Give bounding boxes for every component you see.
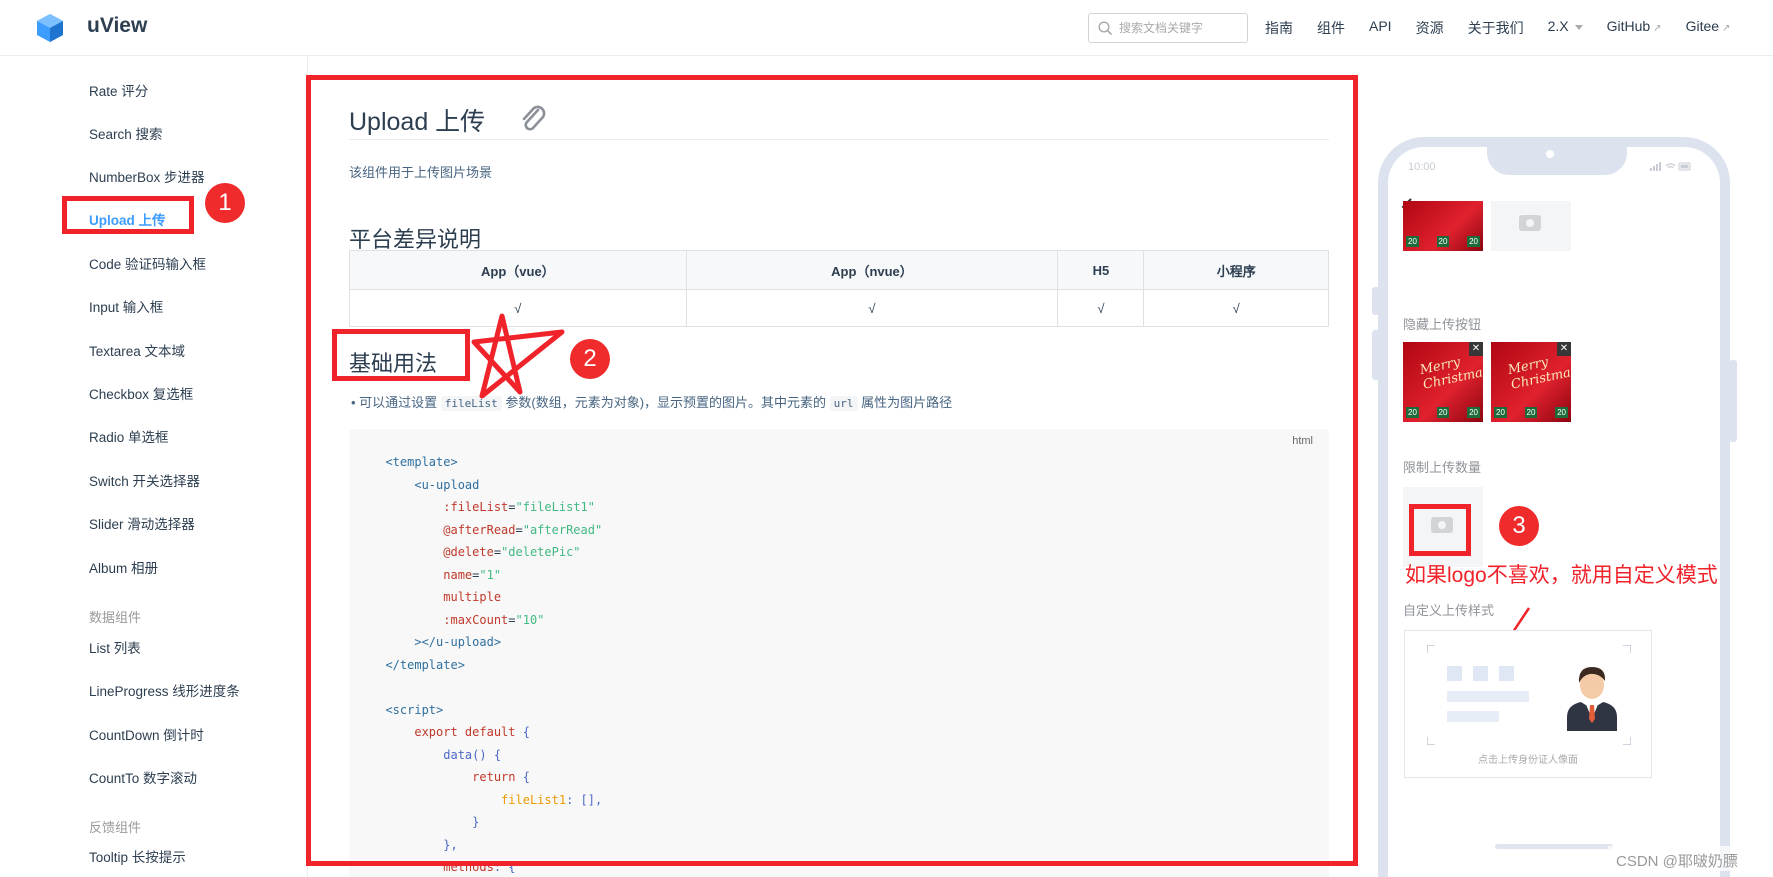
search-input[interactable] — [1119, 18, 1243, 38]
page-description: 该组件用于上传图片场景 — [349, 165, 493, 180]
phone-status-time: 10:00 — [1408, 161, 1436, 173]
annotation-badge-3: 3 — [1499, 506, 1539, 546]
annotation-badge-1: 1 — [205, 183, 245, 223]
top-navbar: uView 指南 组件 API 资源 关于我们 2.X GitHub↗ Gite… — [0, 0, 1773, 56]
sidebar-item-rate[interactable]: Rate 评分 — [89, 80, 148, 100]
sidebar-item-album[interactable]: Album 相册 — [89, 557, 158, 577]
avatar-portrait-icon — [1567, 667, 1617, 731]
nav-link-resources[interactable]: 资源 — [1416, 18, 1444, 38]
bullet-text-pre: 可以通过设置 — [359, 395, 441, 410]
search-icon — [1098, 21, 1113, 36]
title-divider — [349, 139, 1329, 140]
page-title: Upload 上传 — [349, 108, 486, 136]
code-content: <template> <u-upload :fileList="fileList… — [371, 455, 603, 874]
sidebar-item-list[interactable]: List 列表 — [89, 637, 141, 657]
nav-link-about[interactable]: 关于我们 — [1468, 18, 1524, 38]
uploaded-image-thumbnail[interactable]: 20 20 20 — [1403, 201, 1483, 251]
sidebar-item-switch[interactable]: Switch 开关选择器 — [89, 470, 200, 490]
version-label: 2.X — [1547, 18, 1569, 34]
table-cell: √ — [1057, 289, 1145, 327]
basic-usage-bullet: • 可以通过设置 fileList 参数(数组，元素为对象)，显示预置的图片。其… — [351, 395, 953, 411]
chevron-down-icon — [1574, 24, 1583, 30]
nav-link-gitee[interactable]: Gitee ↗ — [1686, 18, 1731, 38]
table-header: H5 — [1057, 250, 1145, 290]
brand-name[interactable]: uView — [87, 14, 147, 38]
uploaded-image-thumbnail[interactable]: Merry Christmas 20 20 20 ✕ — [1491, 342, 1571, 422]
sidebar-item-lineprogress[interactable]: LineProgress 线形进度条 — [89, 680, 240, 700]
sidebar-item-countdown[interactable]: CountDown 倒计时 — [89, 724, 204, 744]
annotation-note: 如果logo不喜欢，就用自定义模式 — [1405, 564, 1718, 587]
table-header: App（nvue） — [685, 250, 1059, 290]
csdn-watermark: CSDN @耶啵奶膘 — [1616, 853, 1738, 870]
paperclip-icon — [522, 105, 546, 131]
gitee-label: Gitee — [1685, 18, 1720, 34]
version-dropdown[interactable]: 2.X — [1548, 18, 1583, 38]
nav-link-guide[interactable]: 指南 — [1265, 18, 1293, 38]
phone-side-button — [1729, 360, 1737, 442]
code-block[interactable]: html <template> <u-upload :fileList="fil… — [349, 429, 1329, 877]
external-link-icon: ↗ — [1722, 23, 1731, 34]
sidebar-item-textarea[interactable]: Textarea 文本域 — [89, 340, 185, 360]
hand-drawn-star-icon — [471, 313, 565, 399]
section-limit-count: 限制上传数量 — [1403, 460, 1482, 475]
nav-links: 指南 组件 API 资源 关于我们 2.X GitHub ↗ Gitee ↗ — [1265, 18, 1730, 38]
sidebar-item-checkbox[interactable]: Checkbox 复选框 — [89, 383, 193, 403]
search-box[interactable] — [1088, 13, 1248, 43]
annotation-badge-2: 2 — [570, 339, 610, 379]
bullet-text-post: 属性为图片路径 — [857, 395, 953, 410]
sidebar-item-code[interactable]: Code 验证码输入框 — [89, 253, 206, 273]
sidebar: Rate 评分 Search 搜索 NumberBox 步进器 Upload 上… — [0, 57, 308, 877]
section-hide-upload-button: 隐藏上传按钮 — [1403, 317, 1482, 332]
phone-home-indicator — [1495, 844, 1613, 849]
table-header: 小程序 — [1143, 250, 1329, 290]
sidebar-item-numberbox[interactable]: NumberBox 步进器 — [89, 166, 205, 186]
phone-notch — [1487, 137, 1627, 175]
nav-link-components[interactable]: 组件 — [1317, 18, 1345, 38]
main-content: Upload 上传 该组件用于上传图片场景 平台差异说明 App（vue） Ap… — [309, 57, 1359, 877]
sidebar-group-feedback: 反馈组件 — [89, 820, 142, 835]
table-cell: √ — [1143, 289, 1329, 327]
phone-status-icons — [1650, 162, 1691, 171]
table-header: App（vue） — [349, 250, 687, 290]
table-header-row: App（vue） App（nvue） H5 小程序 — [349, 250, 1329, 290]
camera-icon — [1519, 215, 1541, 231]
uview-logo-icon[interactable] — [34, 12, 66, 44]
phone-camera-dot — [1546, 150, 1554, 158]
section-custom-style: 自定义上传样式 — [1403, 603, 1495, 618]
table-cell: √ — [685, 289, 1059, 327]
sidebar-item-slider[interactable]: Slider 滑动选择器 — [89, 513, 195, 533]
github-label: GitHub — [1606, 18, 1651, 34]
external-link-icon: ↗ — [1653, 23, 1662, 34]
id-card-upload-hint: 点击上传身份证人像面 — [1478, 755, 1578, 766]
sidebar-item-countto[interactable]: CountTo 数字滚动 — [89, 767, 197, 787]
sidebar-item-input[interactable]: Input 输入框 — [89, 296, 163, 316]
code-language-label: html — [1292, 435, 1313, 447]
upload-trigger[interactable] — [1491, 201, 1571, 251]
nav-link-api[interactable]: API — [1369, 18, 1392, 38]
sidebar-item-search[interactable]: Search 搜索 — [89, 123, 163, 143]
sidebar-item-tooltip[interactable]: Tooltip 长按提示 — [89, 846, 186, 866]
annotation-camera-box — [1409, 504, 1471, 556]
delete-icon[interactable]: ✕ — [1469, 342, 1483, 356]
sidebar-group-data: 数据组件 — [89, 610, 142, 625]
annotation-basic-box — [332, 329, 470, 381]
delete-icon[interactable]: ✕ — [1557, 342, 1571, 356]
sidebar-item-radio[interactable]: Radio 单选框 — [89, 426, 169, 446]
nav-link-github[interactable]: GitHub ↗ — [1607, 18, 1662, 38]
annotation-upload-box — [62, 196, 194, 234]
inline-code-url: url — [829, 396, 858, 411]
custom-upload-id-card[interactable]: 点击上传身份证人像面 — [1404, 630, 1652, 778]
uploaded-image-thumbnail[interactable]: Merry Christmas 20 20 20 ✕ — [1403, 342, 1483, 422]
